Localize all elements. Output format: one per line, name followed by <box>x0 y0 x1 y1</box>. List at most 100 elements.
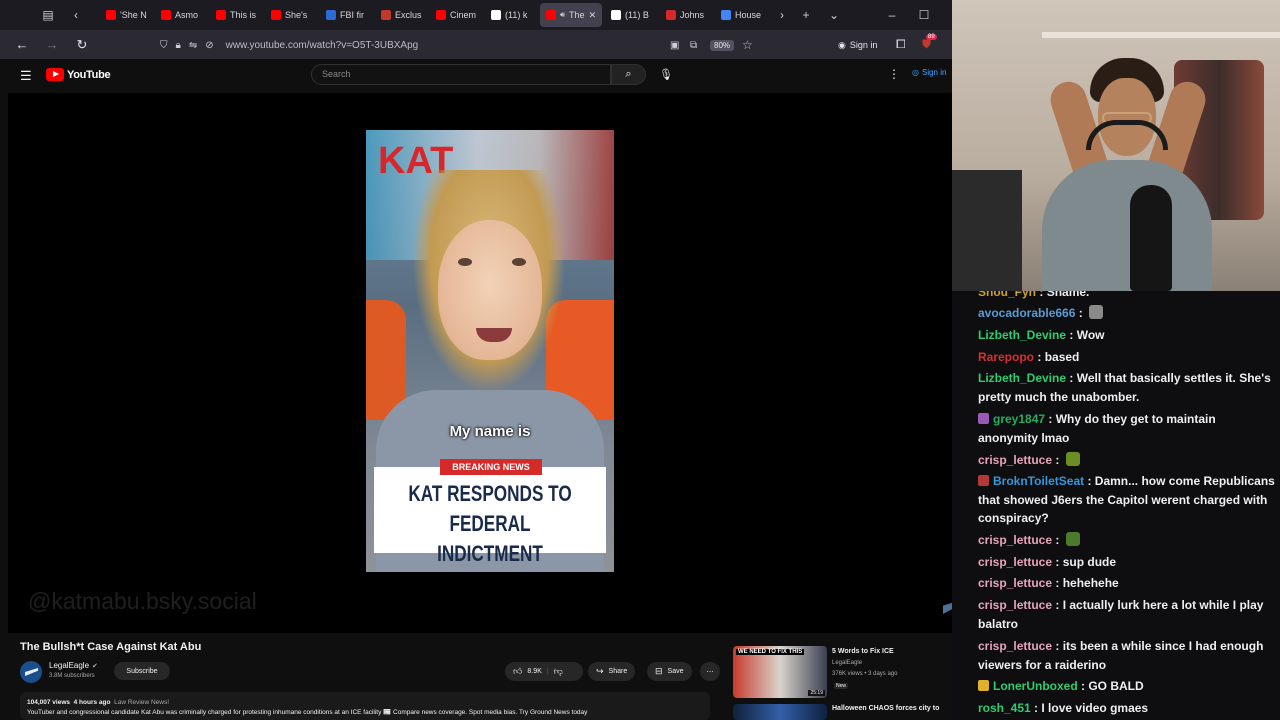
picture-in-picture-icon[interactable]: ⧉ <box>690 40 697 51</box>
chat-badge-icon[interactable] <box>978 413 989 424</box>
browser-tab[interactable]: (11) k <box>485 3 537 27</box>
share-button[interactable]: ↪ Share <box>588 662 636 681</box>
save-button[interactable]: ⊟ Save <box>647 662 692 681</box>
browser-tab[interactable]: Exclus <box>375 3 427 27</box>
related-video-title-2[interactable]: Halloween CHAOS forces city to <box>832 705 939 712</box>
list-all-tabs-icon[interactable]: ⌄ <box>826 7 842 23</box>
speaker-eye-left <box>458 258 472 266</box>
reload-icon[interactable]: ↻ <box>70 34 94 56</box>
browser-tab[interactable]: Asmo <box>155 3 207 27</box>
related-video-thumbnail[interactable]: WE NEED TO FIX THIS 25:19 <box>733 646 827 698</box>
like-divider: | <box>546 668 549 675</box>
bookmark-star-icon[interactable]: ☆ <box>742 38 753 52</box>
tab-label: Exclus <box>395 10 422 20</box>
chat-username[interactable]: rosh_451 <box>978 701 1031 715</box>
share-label: Share <box>608 668 628 675</box>
forward-icon[interactable]: → <box>40 34 64 56</box>
youtube-sign-in-button[interactable]: ◎ Sign in <box>912 68 946 77</box>
related-video-thumbnail-2[interactable] <box>733 704 827 720</box>
chat-message: Lizbeth_Devine : Wow <box>978 326 1276 345</box>
chat-username[interactable]: Lizbeth_Devine <box>978 328 1066 342</box>
chat-text: Shame. <box>1046 291 1090 299</box>
thumbnail-text: WE NEED TO FIX THIS <box>736 649 805 655</box>
browser-tab[interactable]: This is <box>210 3 262 27</box>
browser-sign-in[interactable]: ◉ Sign in <box>838 36 877 54</box>
search-input[interactable]: Search <box>311 64 611 85</box>
news-headline-line-2: FEDERAL INDICTMENT <box>437 511 543 566</box>
video-watermark: @katmabu.bsky.social <box>28 588 257 614</box>
chat-username[interactable]: crisp_lettuce <box>978 639 1052 653</box>
browser-tab[interactable]: 🔊︎ The ✕ <box>540 3 602 27</box>
permissions-icon[interactable]: ⇋ <box>189 40 197 51</box>
chat-username[interactable]: crisp_lettuce <box>978 533 1052 547</box>
description-box[interactable]: 104,007 views 4 hours ago Law Review New… <box>20 692 710 720</box>
tab-favicon-icon <box>106 10 116 20</box>
like-icon[interactable]: 👍︎ <box>513 666 522 677</box>
tab-scroll-right-icon[interactable]: › <box>774 7 790 23</box>
browser-tab[interactable]: House <box>715 3 767 27</box>
tab-close-icon[interactable]: ✕ <box>589 10 597 21</box>
voice-search-icon[interactable]: 🎙︎ <box>659 68 673 81</box>
desk-object <box>952 170 1022 291</box>
channel-name-label: LegalEagle <box>49 661 90 670</box>
streamer-torso <box>1042 160 1212 291</box>
tab-label: Johns <box>680 10 705 20</box>
chat-username[interactable]: crisp_lettuce <box>978 598 1052 612</box>
subscribe-button[interactable]: Subscribe <box>114 662 170 680</box>
browser-tab[interactable]: FBI fir <box>320 3 372 27</box>
verified-icon: ✔ <box>92 662 98 670</box>
more-actions-button[interactable]: ⋯ <box>700 662 720 681</box>
channel-avatar[interactable] <box>20 661 42 683</box>
chat-username[interactable]: Rarepopo <box>978 350 1034 364</box>
browser-tab[interactable]: (11) B <box>605 3 657 27</box>
lock-icon[interactable]: 🔒︎ <box>176 40 181 51</box>
back-icon[interactable]: ← <box>10 34 34 56</box>
chat-username[interactable]: Lizbeth_Devine <box>978 371 1066 385</box>
related-video-channel[interactable]: LegalEagle <box>832 660 862 666</box>
youtube-logo[interactable]: YouTube <box>46 68 111 81</box>
chat-username[interactable]: crisp_lettuce <box>978 576 1052 590</box>
related-video-title[interactable]: 5 Words to Fix ICE <box>832 648 894 655</box>
tracking-icon[interactable]: ⊘ <box>205 40 213 51</box>
reader-view-icon[interactable]: ▣ <box>670 40 679 51</box>
video-frame[interactable]: KAT My name is BREAKING NEWS KAT RESPOND… <box>366 130 614 572</box>
url-bar[interactable]: ⛉ 🔒︎ ⇋ ⊘ www.youtube.com/watch?v=O5T-3UB… <box>160 34 760 56</box>
settings-menu-icon[interactable]: ⋮ <box>888 67 900 81</box>
browser-tab[interactable]: Johns <box>660 3 712 27</box>
dislike-icon[interactable]: 👎︎ <box>554 666 563 677</box>
chat-badge-icon[interactable] <box>978 475 989 486</box>
account-circle-icon: ◎ <box>912 68 919 77</box>
new-tab-icon[interactable]: + <box>798 7 814 23</box>
chat-message: grey1847 : Why do they get to maintain a… <box>978 410 1276 447</box>
tab-scroll-left-icon[interactable]: ‹ <box>68 7 84 23</box>
browser-tab[interactable]: Cinem <box>430 3 482 27</box>
browser-tab[interactable]: She's <box>265 3 317 27</box>
browser-tab[interactable]: 'She N <box>100 3 152 27</box>
url-text[interactable]: www.youtube.com/watch?v=O5T-3UBXApg <box>226 40 419 51</box>
chat-username[interactable]: Shou_Fyn <box>978 291 1036 299</box>
shield-icon[interactable]: ⛉ <box>160 40 168 51</box>
chat-text: based <box>1044 350 1080 364</box>
chat-badge-icon[interactable] <box>978 680 989 691</box>
maximize-icon[interactable]: ☐ <box>916 7 932 23</box>
zoom-level[interactable]: 80% <box>710 39 735 51</box>
tab-label: FBI fir <box>340 10 364 20</box>
channel-name[interactable]: LegalEagle ✔ <box>49 661 98 670</box>
save-icon: ⊟ <box>655 666 663 676</box>
chat-username[interactable]: crisp_lettuce <box>978 453 1052 467</box>
tab-overview-icon[interactable]: ▤ <box>40 7 56 23</box>
chat-username[interactable]: avocadorable666 <box>978 306 1075 320</box>
description-tag[interactable]: Law Review News! <box>114 699 169 706</box>
chat-username[interactable]: crisp_lettuce <box>978 555 1052 569</box>
chat-username[interactable]: BroknToiletSeat <box>993 474 1084 488</box>
tab-audio-icon[interactable]: 🔊︎ <box>560 10 565 20</box>
extensions-icon[interactable]: ⧠ <box>896 37 906 52</box>
minimize-icon[interactable]: – <box>884 7 900 23</box>
menu-icon[interactable]: ☰ <box>20 68 32 84</box>
chat-username[interactable]: grey1847 <box>993 412 1045 426</box>
chat-username[interactable]: LonerUnboxed <box>993 679 1078 693</box>
video-title: The Bullsh*t Case Against Kat Abu <box>20 641 202 653</box>
video-player[interactable]: KAT My name is BREAKING NEWS KAT RESPOND… <box>8 93 968 633</box>
search-button[interactable]: ⌕ <box>611 64 646 85</box>
like-count[interactable]: 8.9K <box>527 668 541 675</box>
